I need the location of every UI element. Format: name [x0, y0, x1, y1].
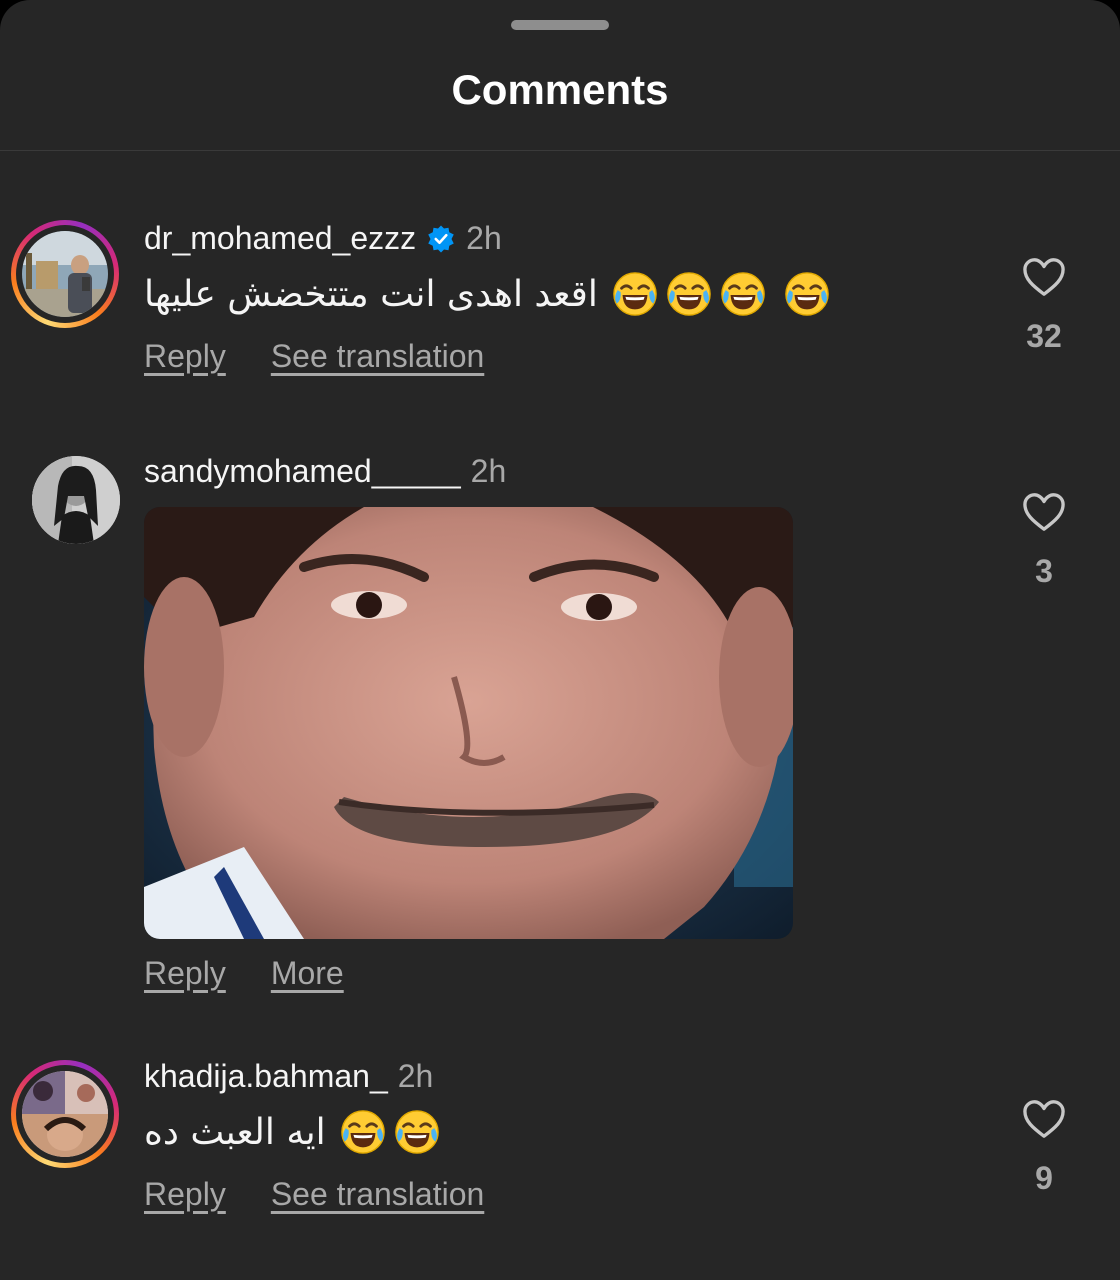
verified-badge-icon: [428, 225, 454, 252]
like-count: 9: [1035, 1160, 1053, 1196]
face-with-tears-of-joy-icon: [612, 271, 658, 317]
sheet-title: Comments: [451, 66, 669, 113]
comment-actions: Reply More: [144, 955, 389, 992]
like-count: 32: [1026, 318, 1062, 354]
header-divider: [0, 150, 1120, 151]
avatar: [22, 231, 108, 317]
sheet-grabber-handle[interactable]: [511, 20, 609, 30]
comments-sheet: Comments dr_mohamed_ezzz 2h اقعد اهدى ان…: [0, 0, 1120, 1280]
story-ring-avatar[interactable]: [11, 1060, 119, 1168]
see-translation-button[interactable]: See translation: [271, 1176, 484, 1213]
avatar: [22, 1071, 108, 1157]
comment-text: اقعد اهدى انت متتخضش عليها: [144, 270, 838, 318]
face-with-tears-of-joy-icon: [784, 271, 830, 317]
like-count: 3: [1035, 553, 1053, 589]
heart-outline-icon[interactable]: [1021, 491, 1067, 533]
more-button[interactable]: More: [271, 955, 344, 992]
comment-time: 2h: [397, 1058, 434, 1094]
heart-outline-icon[interactable]: [1021, 1098, 1067, 1140]
heart-outline-icon[interactable]: [1021, 256, 1067, 298]
face-with-tears-of-joy-icon: [394, 1109, 440, 1155]
reply-button[interactable]: Reply: [144, 1176, 226, 1213]
comment-meta: dr_mohamed_ezzz 2h: [144, 220, 502, 257]
reply-button[interactable]: Reply: [144, 955, 226, 992]
username[interactable]: khadija.bahman_: [144, 1058, 388, 1095]
comment-actions: Reply See translation: [144, 338, 529, 375]
like-control: 32: [1014, 256, 1074, 355]
face-with-tears-of-joy-icon: [666, 271, 712, 317]
like-control: 9: [1014, 1098, 1074, 1197]
username[interactable]: dr_mohamed_ezzz: [144, 220, 416, 257]
face-with-tears-of-joy-icon: [340, 1109, 386, 1155]
avatar[interactable]: [32, 456, 120, 544]
comment-actions: Reply See translation: [144, 1176, 529, 1213]
comment-time: 2h: [466, 220, 502, 256]
comment-meta: sandymohamed_____ 2h: [144, 453, 506, 490]
comment-body: ايه العبث ده: [144, 1111, 326, 1153]
see-translation-button[interactable]: See translation: [271, 338, 484, 375]
face-with-tears-of-joy-icon: [720, 271, 766, 317]
comment-time: 2h: [470, 453, 507, 489]
gif-attachment[interactable]: [144, 507, 793, 939]
comment-body: اقعد اهدى انت متتخضش عليها: [144, 273, 598, 315]
comment-meta: khadija.bahman_ 2h: [144, 1058, 433, 1095]
reply-button[interactable]: Reply: [144, 338, 226, 375]
story-ring-avatar[interactable]: [11, 220, 119, 328]
username[interactable]: sandymohamed_____: [144, 453, 461, 490]
like-control: 3: [1014, 491, 1074, 590]
comment-text: ايه العبث ده: [144, 1108, 448, 1156]
